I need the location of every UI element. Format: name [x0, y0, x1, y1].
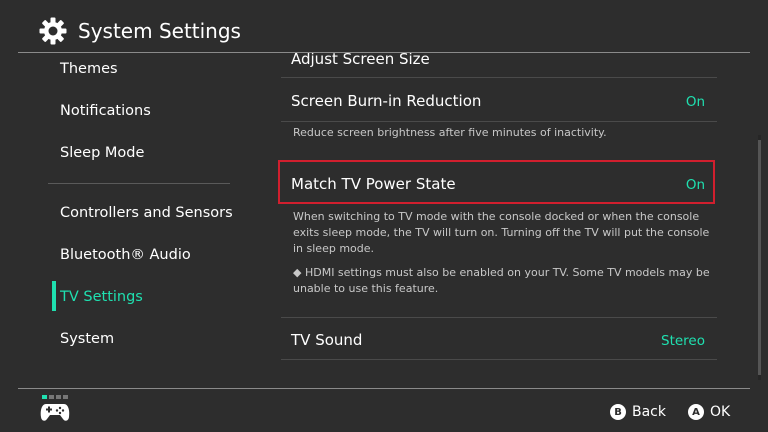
indicator-dot	[42, 395, 47, 399]
setting-description: When switching to TV mode with the conso…	[293, 210, 710, 255]
row-divider	[281, 317, 717, 318]
sidebar-item-system[interactable]: System	[60, 329, 114, 349]
gear-icon	[39, 17, 67, 45]
controller-icon	[40, 404, 70, 421]
settings-list: Adjust Screen Size Screen Burn-in Reduct…	[248, 53, 748, 388]
setting-value-tv-sound: Stereo	[661, 333, 705, 349]
back-button[interactable]: B Back	[610, 402, 666, 422]
active-indicator	[52, 281, 56, 311]
row-divider	[281, 359, 717, 360]
sidebar-item-tv-settings[interactable]: TV Settings	[60, 287, 143, 307]
sidebar-item-controllers-and-sensors[interactable]: Controllers and Sensors	[60, 203, 233, 223]
setting-title-tv-sound[interactable]: TV Sound	[291, 330, 362, 350]
setting-title-screen-burn-in-reduction[interactable]: Screen Burn-in Reduction	[291, 91, 481, 111]
b-button-icon: B	[610, 404, 626, 420]
sidebar: Themes Notifications Sleep Mode Controll…	[0, 53, 248, 388]
sidebar-divider	[48, 183, 230, 184]
page-title: System Settings	[78, 19, 241, 43]
indicator-dot	[56, 395, 61, 399]
ok-button[interactable]: A OK	[688, 402, 730, 422]
row-divider	[281, 121, 717, 122]
setting-description: Reduce screen brightness after five minu…	[293, 126, 607, 139]
row-divider	[281, 77, 717, 78]
indicator-dot	[63, 395, 68, 399]
sidebar-item-bluetooth-audio[interactable]: Bluetooth® Audio	[60, 245, 191, 265]
setting-value-match-tv-power-state: On	[685, 177, 705, 193]
a-button-icon: A	[688, 404, 704, 420]
sidebar-item-themes[interactable]: Themes	[60, 59, 118, 79]
header: System Settings	[0, 0, 768, 53]
back-label: Back	[632, 404, 666, 420]
controller-indicator-dots	[42, 395, 70, 399]
scrollbar-thumb[interactable]	[758, 140, 761, 375]
sidebar-item-sleep-mode[interactable]: Sleep Mode	[60, 143, 144, 163]
setting-note: ◆ HDMI settings must also be enabled on …	[293, 266, 710, 295]
footer-divider	[18, 388, 750, 389]
sidebar-item-notifications[interactable]: Notifications	[60, 101, 151, 121]
setting-title-adjust-screen-size[interactable]: Adjust Screen Size	[291, 53, 430, 69]
ok-label: OK	[710, 404, 731, 420]
setting-value-screen-burn-in-reduction: On	[685, 94, 705, 110]
indicator-dot	[49, 395, 54, 399]
setting-title-match-tv-power-state[interactable]: Match TV Power State	[291, 174, 456, 194]
